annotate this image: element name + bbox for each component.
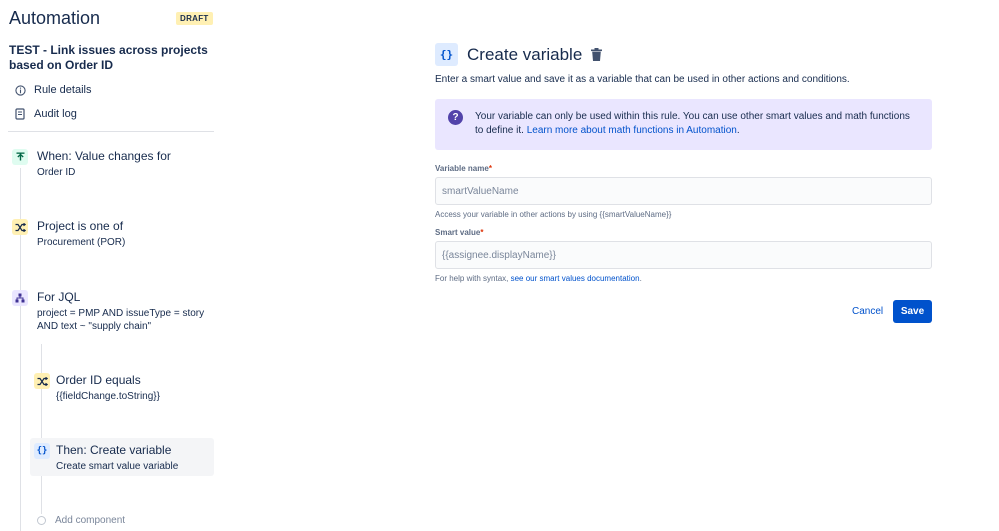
curly-braces-icon: {} [34,443,50,459]
info-circle-icon [14,84,26,96]
required-marker: * [488,164,492,173]
component-trigger[interactable]: When: Value changes for Order ID [12,149,171,179]
status-badge: DRAFT [176,12,213,25]
app-title: Automation [9,8,101,28]
component-title: For JQL [37,290,81,304]
component-title: Order ID equals [56,373,141,387]
component-title: Then: Create variable [56,443,172,457]
audit-log-link[interactable]: Audit log [14,108,77,120]
variable-name-label-text: Variable name [435,164,489,173]
smart-value-input[interactable] [435,241,932,269]
component-description: {{fieldChange.toString}} [56,391,160,402]
component-description: Order ID [37,167,76,178]
smart-value-help-prefix: For help with syntax, [435,274,509,283]
add-dot-icon [37,516,46,525]
page-title: Create variable [467,44,583,64]
smart-value-label-text: Smart value [435,228,481,237]
sidebar-divider [8,131,214,132]
smart-value-label: Smart value* [435,228,483,237]
document-icon [14,108,26,120]
component-description: Create smart value variable [56,461,179,472]
add-component-button[interactable]: Add component [37,515,125,526]
variable-name-help: Access your variable in other actions by… [435,210,672,219]
component-title: Project is one of [37,219,124,233]
rule-details-link[interactable]: Rule details [14,84,91,96]
required-marker: * [480,228,484,237]
rule-name: TEST - Link issues across projects based… [9,43,208,72]
panel-description: Enter a smart value and save it as a var… [435,74,850,85]
component-branch-jql[interactable]: For JQL project = PMP AND issueType = st… [12,290,212,333]
variable-name-input[interactable] [435,177,932,205]
branch-icon [12,290,28,306]
info-panel: ? Your variable can only be used within … [435,99,932,150]
variable-name-label: Variable name* [435,164,492,173]
component-action-create-variable[interactable]: {} Then: Create variable Create smart va… [34,443,178,473]
trash-icon[interactable] [591,47,603,62]
sidebar: Automation DRAFT TEST - Link issues acro… [0,0,222,531]
shuffle-icon [34,373,50,389]
smart-values-docs-link[interactable]: see our smart values documentation [511,274,640,283]
branch-timeline-line [41,344,42,514]
rule-details-label: Rule details [34,84,92,96]
panel-header: {} Create variable [435,43,603,66]
smart-value-help: For help with syntax, see our smart valu… [435,274,642,283]
shuffle-icon [12,219,28,235]
component-description: Procurement (POR) [37,237,126,248]
add-component-label: Add component [55,515,126,526]
save-button[interactable]: Save [893,300,932,323]
component-config-panel: {} Create variable Enter a smart value a… [435,0,932,531]
question-icon: ? [448,110,463,125]
audit-log-label: Audit log [34,108,77,120]
curly-braces-icon: {} [435,43,458,66]
component-condition-project[interactable]: Project is one of Procurement (POR) [12,219,125,249]
component-title: When: Value changes for [37,149,171,163]
component-condition-order-id[interactable]: Order ID equals {{fieldChange.toString}} [34,373,160,403]
math-functions-link[interactable]: Learn more about math functions in Autom… [527,125,737,136]
component-description: project = PMP AND issueType = story AND … [37,308,205,332]
trigger-icon [12,149,28,165]
info-suffix: . [736,125,740,136]
smart-value-help-suffix: . [639,274,642,283]
cancel-button[interactable]: Cancel [845,300,890,323]
